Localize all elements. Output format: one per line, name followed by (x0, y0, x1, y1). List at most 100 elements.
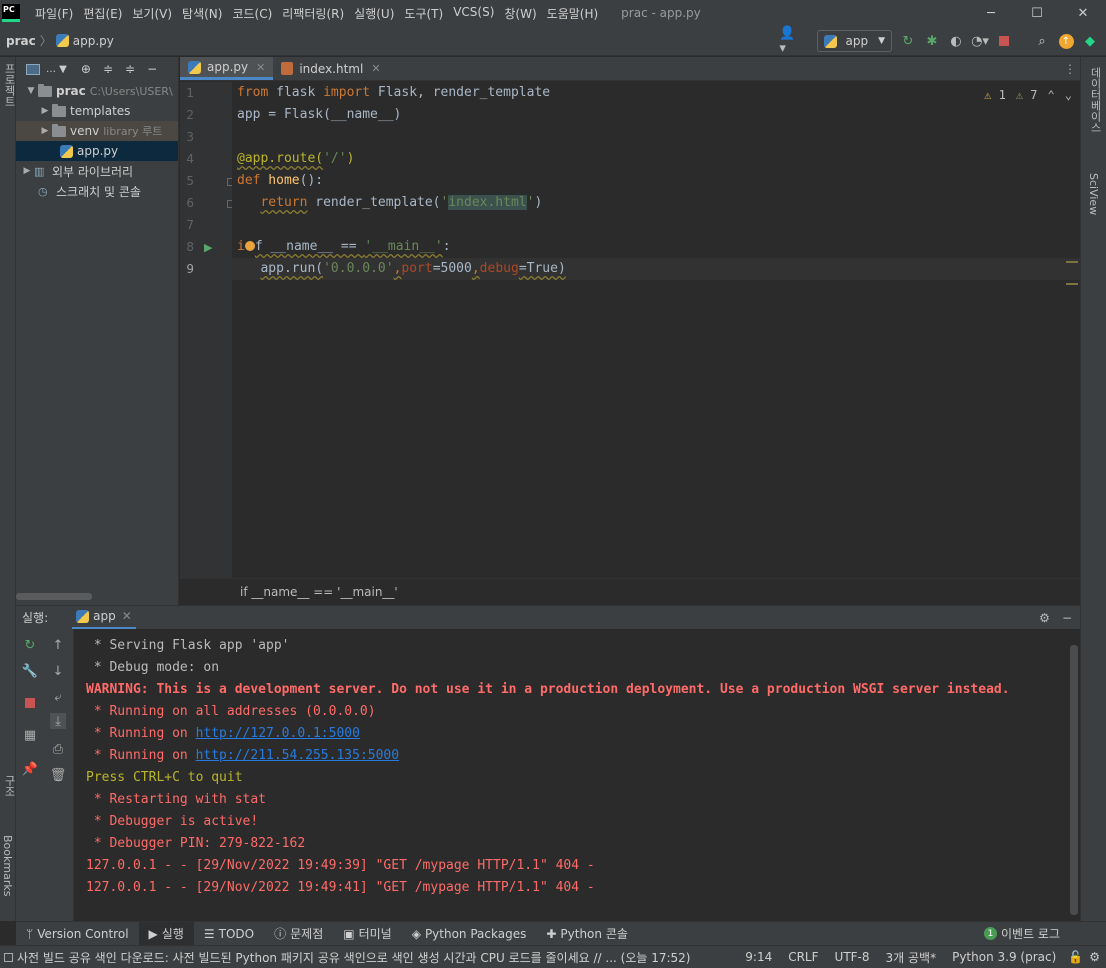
profile-icon[interactable]: ◔▾ (971, 33, 989, 49)
trash-icon[interactable]: 🗑 (50, 767, 67, 783)
menu-code[interactable]: 코드(C) (227, 5, 277, 22)
arrow-down-icon[interactable]: ↓ (50, 663, 66, 679)
event-log-button[interactable]: 1 이벤트 로그 (974, 922, 1070, 946)
expand-all-icon[interactable]: ≑ (125, 62, 135, 76)
tab-index-html[interactable]: index.html ✕ (273, 57, 388, 80)
tree-item-venv[interactable]: ▶ venv library 루트 (16, 121, 178, 141)
print-icon[interactable]: ⎙ (50, 741, 66, 757)
breadcrumb-project[interactable]: prac (6, 34, 36, 48)
bookmarks-tool-button[interactable]: Bookmarks (1, 835, 14, 896)
view-select-dropdown[interactable]: … ▼ (46, 64, 67, 75)
editor-gutter[interactable]: 1 2 3 4 5 6 7 8 9 ▶ (180, 82, 234, 578)
memory-icon[interactable]: ⚙ (1087, 950, 1106, 964)
status-toggle-icon[interactable] (4, 952, 13, 962)
tree-item-scratches[interactable]: ◷ 스크래치 및 콘솔 (16, 181, 178, 201)
arrow-up-icon[interactable]: ↑ (50, 637, 66, 653)
rerun-icon[interactable]: ↻ (900, 33, 916, 49)
structure-tool-button[interactable]: 구조 (1, 775, 17, 797)
menu-window[interactable]: 창(W) (499, 5, 541, 22)
sciview-tool-button[interactable]: SciView (1087, 173, 1100, 215)
panel-minimize-icon[interactable]: − (147, 62, 157, 76)
collapse-chevron-icon[interactable]: ▶ (20, 166, 34, 176)
tree-item-external-libraries[interactable]: ▶ ▥ 외부 라이브러리 (16, 161, 178, 181)
search-icon[interactable]: ⌕ (1034, 33, 1050, 49)
collapse-chevron-icon[interactable]: ▶ (38, 106, 52, 116)
collapse-all-icon[interactable]: ≑ (103, 62, 113, 76)
user-icon[interactable]: 👤▾ (779, 26, 795, 56)
weak-warning-count[interactable]: ⚠ 7 (1016, 88, 1038, 102)
soft-wrap-icon[interactable]: ⤶ (50, 689, 66, 705)
caret-position[interactable]: 9:14 (737, 950, 780, 964)
error-stripe-mark[interactable] (1066, 283, 1078, 285)
wrench-icon[interactable]: 🔧 (22, 663, 38, 679)
stop-icon[interactable] (996, 33, 1012, 49)
tab-app-py[interactable]: app.py ✕ (180, 57, 274, 80)
console-link[interactable]: http://127.0.0.1:5000 (196, 726, 360, 741)
minimize-icon[interactable]: ─ (968, 0, 1014, 26)
project-view-icon[interactable] (26, 63, 40, 75)
inspection-widget[interactable]: ⚠ 1 ⚠ 7 ⌃ ⌄ (984, 88, 1072, 102)
update-icon[interactable]: ↑ (1058, 33, 1074, 49)
todo-button[interactable]: ☰ TODO (194, 922, 264, 946)
console-vertical-scrollbar[interactable] (1070, 645, 1078, 915)
jetbrains-icon[interactable]: ◆ (1082, 33, 1098, 49)
project-tool-button[interactable]: 프로젝트 (1, 63, 17, 107)
terminal-button[interactable]: ▣ 터미널 (333, 922, 401, 946)
gear-icon[interactable]: ⚙ (1039, 611, 1050, 625)
menu-edit[interactable]: 편집(E) (78, 5, 127, 22)
lock-icon[interactable]: 🔓 (1064, 950, 1087, 964)
menu-help[interactable]: 도움말(H) (542, 5, 604, 22)
more-options-icon[interactable]: ⋮ (1060, 57, 1080, 80)
database-tool-button[interactable]: 데이터베이스 (1087, 67, 1103, 133)
error-stripe-mark[interactable] (1066, 261, 1078, 263)
project-horizontal-scrollbar[interactable] (16, 593, 92, 600)
run-console[interactable]: * Serving Flask app 'app' * Debug mode: … (74, 629, 1070, 921)
close-tab-icon[interactable]: ✕ (122, 609, 132, 623)
version-control-button[interactable]: ᛘ Version Control (16, 922, 139, 946)
breadcrumb-file[interactable]: app.py (55, 34, 114, 48)
python-packages-button[interactable]: ◈ Python Packages (402, 922, 537, 946)
menu-vcs[interactable]: VCS(S) (448, 5, 499, 22)
tree-item-templates[interactable]: ▶ templates (16, 101, 178, 121)
menu-run[interactable]: 실행(U) (349, 5, 399, 22)
scroll-to-end-icon[interactable]: ⤓ (50, 713, 66, 729)
pin-icon[interactable]: 📌 (22, 761, 38, 777)
menu-navigate[interactable]: 탐색(N) (177, 5, 227, 22)
close-icon[interactable]: ✕ (1060, 0, 1106, 26)
hide-panel-icon[interactable]: − (1062, 611, 1072, 625)
rerun-icon[interactable]: ↻ (22, 637, 38, 653)
console-link[interactable]: http://211.54.255.135:5000 (196, 748, 400, 763)
warning-count[interactable]: ⚠ 1 (984, 88, 1006, 102)
run-gutter-icon[interactable]: ▶ (204, 241, 212, 254)
run-button[interactable]: ▶ 실행 (138, 921, 194, 946)
file-encoding[interactable]: UTF-8 (827, 950, 878, 964)
menu-file[interactable]: 파일(F) (30, 5, 78, 22)
menu-tools[interactable]: 도구(T) (399, 5, 448, 22)
close-tab-icon[interactable]: ✕ (256, 61, 265, 74)
line-separator[interactable]: CRLF (780, 950, 826, 964)
bulb-icon[interactable] (244, 241, 255, 251)
collapse-chevron-icon[interactable]: ▶ (38, 126, 52, 136)
maximize-icon[interactable]: ☐ (1014, 0, 1060, 26)
indent-setting[interactable]: 3개 공백* (878, 949, 945, 966)
debug-icon[interactable]: ✱ (924, 33, 940, 49)
status-message[interactable]: 사전 빌드 공유 색인 다운로드: 사전 빌드된 Python 패키지 공유 색… (17, 949, 737, 966)
expand-chevron-icon[interactable]: ▼ (24, 86, 38, 96)
python-interpreter[interactable]: Python 3.9 (prac) (944, 950, 1064, 964)
stop-icon[interactable] (22, 695, 38, 711)
code-editor[interactable]: from flask import Flask, render_template… (232, 82, 1080, 578)
chevron-up-icon[interactable]: ⌃ (1048, 88, 1055, 102)
tree-item-app-py[interactable]: app.py (16, 141, 178, 161)
run-config-select[interactable]: app ▼ (817, 30, 892, 52)
coverage-icon[interactable]: ◐ (948, 33, 964, 49)
python-console-button[interactable]: ✚ Python 콘솔 (536, 922, 638, 946)
problems-button[interactable]: ⓘ 문제점 (264, 922, 333, 946)
editor-breadcrumb[interactable]: if __name__ == '__main__' (180, 578, 1080, 605)
breadcrumb-scope[interactable]: if __name__ == '__main__' (240, 585, 398, 599)
close-tab-icon[interactable]: ✕ (371, 62, 380, 75)
menu-refactor[interactable]: 리팩터링(R) (277, 5, 349, 22)
chevron-down-icon[interactable]: ⌄ (1065, 88, 1072, 102)
locate-icon[interactable]: ⊕ (81, 62, 91, 76)
menu-view[interactable]: 보기(V) (127, 5, 177, 22)
run-tab-app[interactable]: app ✕ (72, 606, 136, 630)
